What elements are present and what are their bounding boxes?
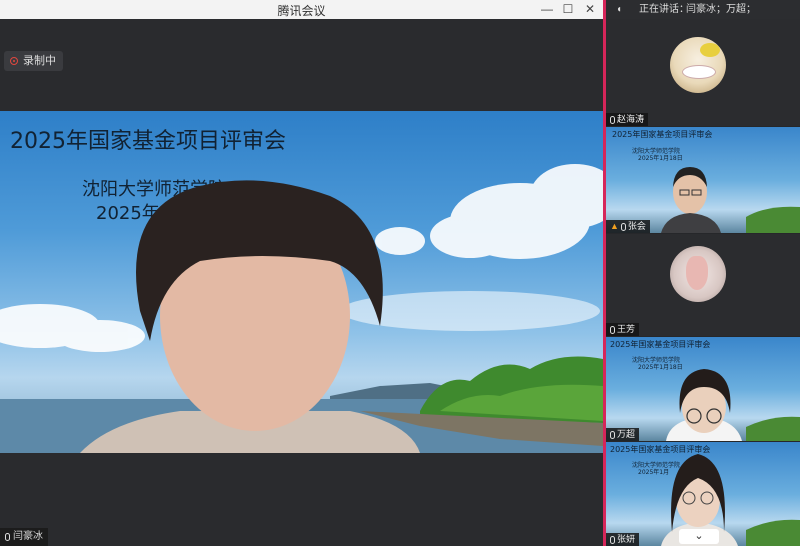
- mic-icon: [610, 325, 615, 334]
- title-bar: 腾讯会议 — ☐ ✕: [0, 0, 603, 19]
- participant-tile[interactable]: 2025年国家基金项目评审会 沈阳大学师范学院 2025年1月18日 万超: [606, 337, 800, 441]
- record-icon: [10, 57, 18, 65]
- window-title: 腾讯会议: [277, 4, 326, 18]
- participant-panel: ◖ 正在讲话： 闫豪冰；万超； 赵海涛 2025年国家基金项目评审会 沈阳大学师…: [606, 0, 800, 546]
- speaking-indicator: ◖ 正在讲话： 闫豪冰；万超；: [606, 0, 800, 19]
- maximize-button[interactable]: ☐: [559, 1, 577, 18]
- mic-icon: [610, 535, 615, 544]
- mic-icon: [5, 533, 10, 541]
- participant-name: 赵海涛: [617, 114, 645, 124]
- speaker-silhouette: [80, 180, 420, 453]
- speaking-label: 正在讲话：: [639, 4, 689, 15]
- minimize-button[interactable]: —: [538, 1, 556, 18]
- participant-tile[interactable]: 王芳: [606, 234, 800, 336]
- main-video-feed[interactable]: 2025年国家基金项目评审会 沈阳大学师范学院 2025年1月: [0, 111, 603, 453]
- participant-name: 王芳: [617, 324, 636, 334]
- recording-label: 录制中: [23, 55, 56, 67]
- expand-panel-button[interactable]: ⌄: [679, 529, 719, 544]
- main-video-window: 腾讯会议 — ☐ ✕ 录制中 2025年国家基金项目评审会 沈阳大学师范学院 2…: [0, 0, 603, 546]
- participant-name-tag: 万超: [606, 428, 640, 441]
- participant-video: [661, 167, 800, 233]
- speaker-icon: ◖: [616, 4, 623, 15]
- avatar: [670, 37, 726, 93]
- close-button[interactable]: ✕: [581, 1, 599, 18]
- avatar: [670, 246, 726, 302]
- mic-icon: [620, 222, 626, 231]
- chevron-down-icon: ⌄: [694, 530, 704, 542]
- participant-name-tag: 赵海涛: [606, 113, 649, 126]
- participant-name-tag: 张妍: [606, 533, 640, 546]
- main-speaker-label: 闫豪冰: [0, 528, 48, 546]
- participant-tile[interactable]: 赵海涛: [606, 19, 800, 126]
- main-speaker-name: 闫豪冰: [13, 531, 43, 542]
- participant-name-tag: ▲ 张会: [606, 220, 650, 233]
- participant-name-tag: 王芳: [606, 323, 640, 336]
- participant-video: [666, 369, 800, 441]
- warning-icon: ▲: [610, 221, 619, 231]
- mic-icon: [610, 430, 615, 439]
- participant-name: 张妍: [617, 534, 636, 544]
- speaking-names: 闫豪冰；万超；: [686, 4, 756, 15]
- participant-name: 万超: [617, 429, 636, 439]
- participant-name: 张会: [627, 221, 646, 231]
- mic-icon: [610, 115, 615, 124]
- recording-badge[interactable]: 录制中: [4, 51, 63, 71]
- participant-tile[interactable]: 2025年国家基金项目评审会 沈阳大学师范学院 2025年1月18日 ▲ 张会: [606, 127, 800, 233]
